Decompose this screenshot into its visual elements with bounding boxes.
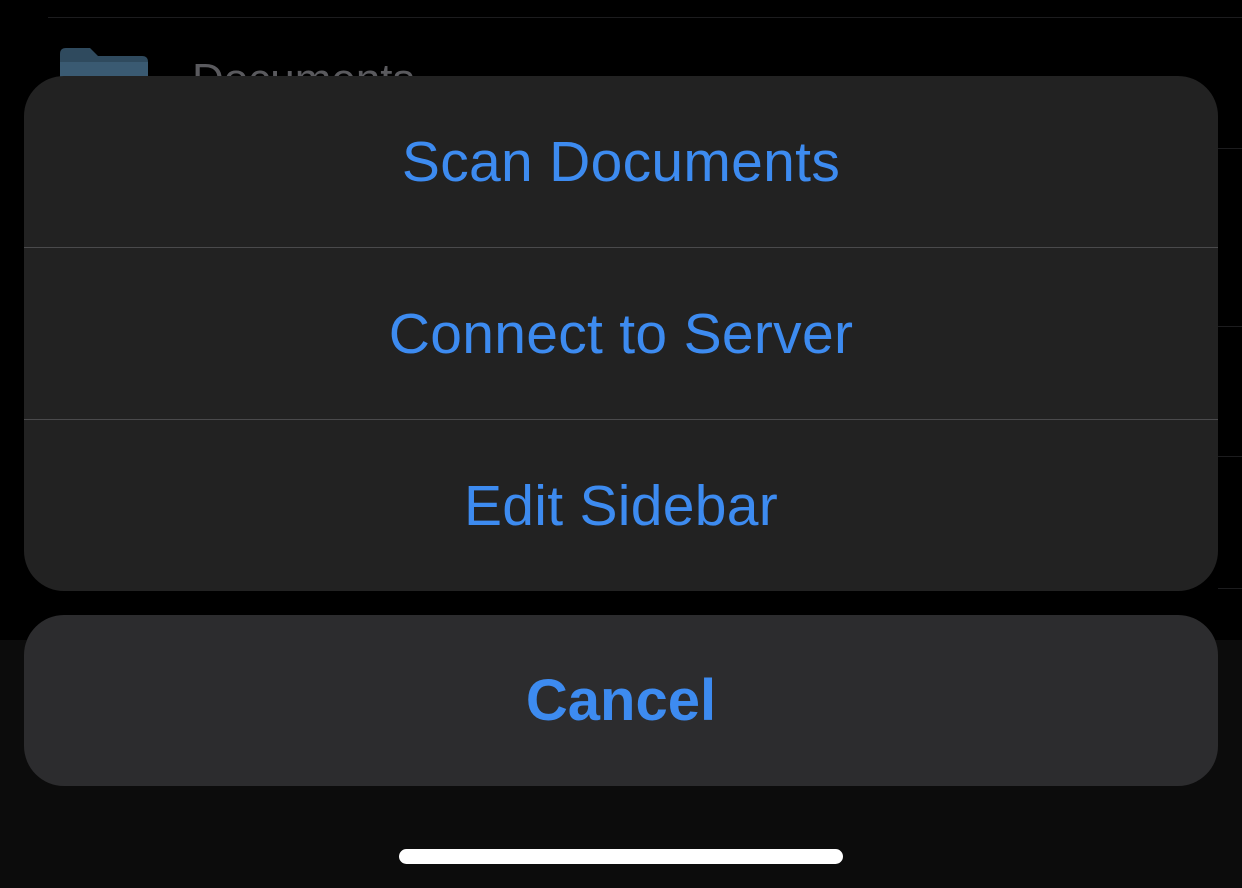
list-separator [1218,148,1242,149]
scan-documents-button[interactable]: Scan Documents [24,76,1218,247]
list-separator [1218,326,1242,327]
screen: Documents Scan Documents Connect to Serv… [0,0,1242,888]
action-sheet-options: Scan Documents Connect to Server Edit Si… [24,76,1218,591]
list-separator [1218,456,1242,457]
cancel-button[interactable]: Cancel [24,615,1218,786]
edit-sidebar-button[interactable]: Edit Sidebar [24,420,1218,591]
list-separator [1218,588,1242,589]
connect-to-server-button[interactable]: Connect to Server [24,248,1218,419]
home-indicator[interactable] [399,849,843,864]
list-separator [48,17,1242,18]
